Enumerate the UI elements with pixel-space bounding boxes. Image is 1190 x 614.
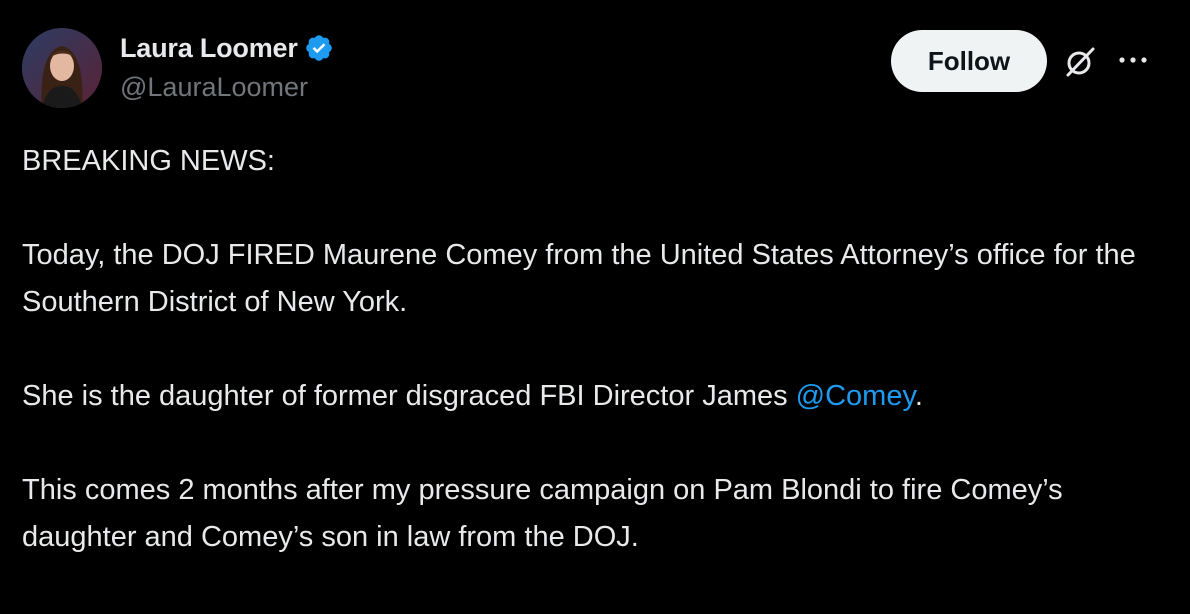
author-handle[interactable]: @LauraLoomer bbox=[120, 72, 308, 103]
verified-badge-icon[interactable] bbox=[304, 33, 334, 63]
more-horizontal-icon[interactable] bbox=[1116, 50, 1152, 70]
tweet-card: Laura Loomer @LauraLoomer Follow BREAKIN… bbox=[0, 0, 1190, 614]
tweet-paragraph-daughter: She is the daughter of former disgraced … bbox=[22, 373, 1172, 420]
grok-slash-circle-icon[interactable] bbox=[1062, 44, 1098, 80]
tweet-text-segment: She is the daughter of former disgraced … bbox=[22, 380, 796, 412]
author-name[interactable]: Laura Loomer bbox=[120, 33, 298, 64]
tweet-text: BREAKING NEWS: Today, the DOJ FIRED Maur… bbox=[22, 138, 1172, 561]
author-name-row[interactable]: Laura Loomer bbox=[120, 30, 334, 66]
follow-button[interactable]: Follow bbox=[891, 30, 1047, 92]
tweet-paragraph-fired: Today, the DOJ FIRED Maurene Comey from … bbox=[22, 239, 1136, 318]
mention-link[interactable]: @Comey bbox=[796, 380, 915, 412]
tweet-line-breaking: BREAKING NEWS: bbox=[22, 145, 275, 177]
tweet-paragraph-campaign: This comes 2 months after my pressure ca… bbox=[22, 474, 1063, 553]
avatar[interactable] bbox=[22, 28, 102, 108]
tweet-text-segment: . bbox=[914, 380, 923, 412]
